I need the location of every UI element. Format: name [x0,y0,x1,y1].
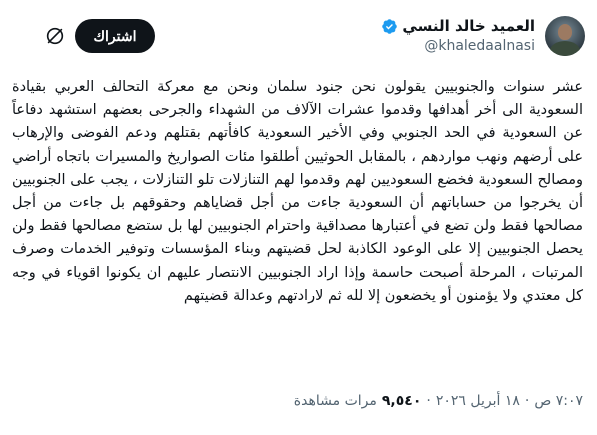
meta-separator: · [524,393,530,409]
author-display-name[interactable]: العميد خالد النسي [402,17,535,35]
verified-badge-icon [382,18,398,34]
tweet-date[interactable]: ١٨ أبريل ٢٠٢٦ [436,393,520,409]
subscribe-button[interactable]: اشتراك [75,19,155,53]
author-name-line: العميد خالد النسي [381,16,535,36]
views-label: مرات مشاهدة [293,393,377,409]
avatar-body [550,41,580,56]
tweet-meta: ٧:٠٧ ص · ١٨ أبريل ٢٠٢٦ · ٩,٥٤٠ مرات مشاه… [294,393,583,409]
meta-separator: · [426,393,431,409]
author-handle[interactable]: @khaledaalnasi [381,38,535,54]
avatar-face [558,24,572,40]
avatar[interactable] [545,16,585,56]
tweet-text: عشر سنوات والجنوبيين يقولون نحن جنود سلم… [12,79,583,304]
grok-slash-icon[interactable] [44,25,66,47]
tweet: العميد خالد النسي @khaledaalnasi اشتراك … [0,0,597,435]
views-count: ٩,٥٤٠ [381,393,422,409]
tweet-time[interactable]: ٧:٠٧ ص [534,393,583,409]
author-block: العميد خالد النسي @khaledaalnasi [381,16,535,54]
